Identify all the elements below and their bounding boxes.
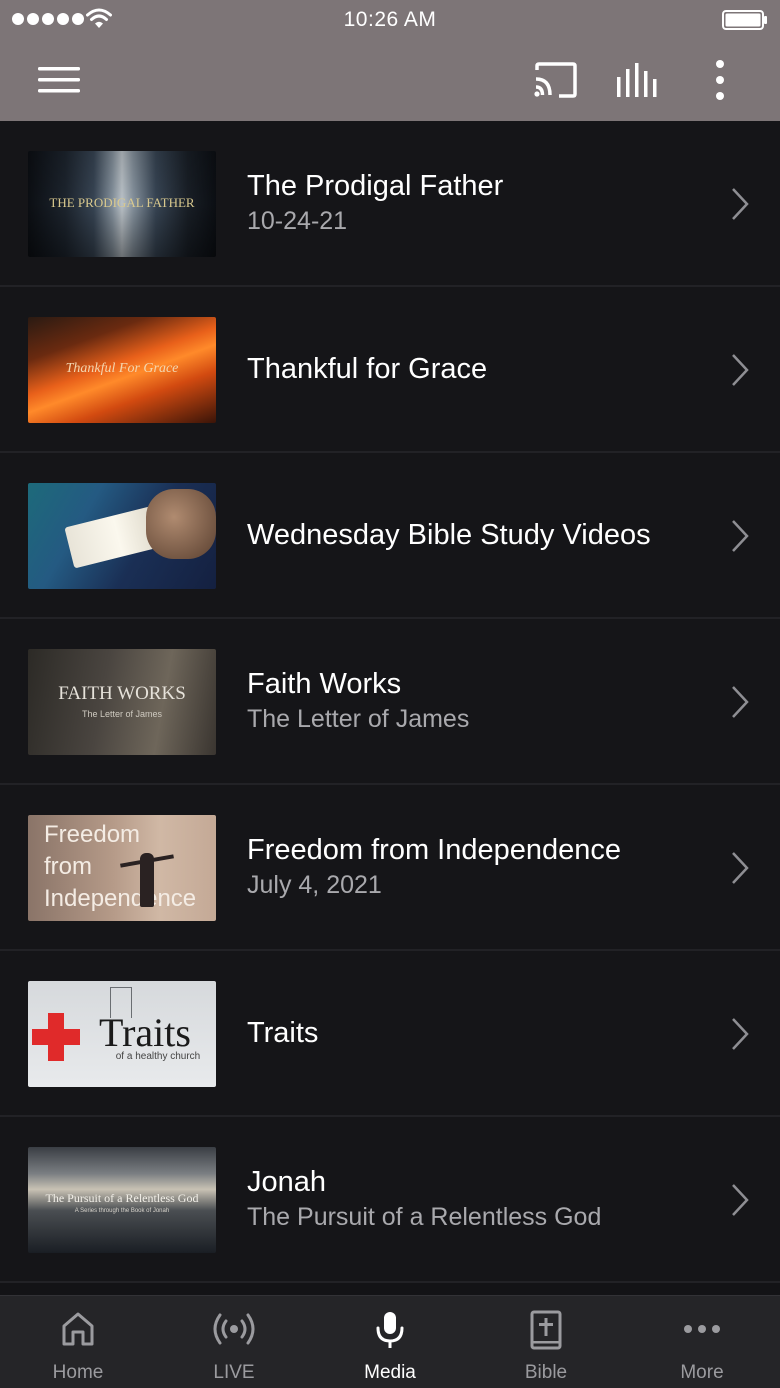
media-list-item[interactable]: Freedom from Independence Freedom from I… — [0, 785, 780, 951]
tab-label: More — [680, 1362, 724, 1383]
audio-bars-icon[interactable] — [613, 58, 663, 102]
thumbnail-traits: Traits of a healthy church — [28, 981, 216, 1087]
thumbnail-subtext: of a healthy church — [115, 1051, 201, 1062]
home-icon — [62, 1312, 94, 1346]
status-bar: 10:26 AM — [0, 0, 780, 40]
media-list: THE PRODIGAL FATHER The Prodigal Father … — [0, 121, 780, 1294]
media-list-item[interactable]: Traits of a healthy church Traits — [0, 951, 780, 1117]
media-list-item[interactable]: FAITH WORKS The Letter of James Faith Wo… — [0, 619, 780, 785]
thumbnail-faith-works: FAITH WORKS The Letter of James — [28, 649, 216, 755]
thumbnail-subtext: The Letter of James — [81, 709, 163, 719]
thumbnail-thankful-for-grace: Thankful For Grace — [28, 317, 216, 423]
broadcast-icon — [213, 1313, 255, 1345]
tab-bar: Home LIVE Media Bible More — [0, 1295, 780, 1388]
media-title: The Prodigal Father — [247, 170, 504, 202]
media-title: Faith Works — [247, 668, 402, 700]
media-title: Freedom from Independence — [247, 834, 621, 866]
tab-label: LIVE — [213, 1362, 255, 1383]
chevron-right-icon — [732, 520, 749, 552]
chevron-right-icon — [732, 1184, 749, 1216]
media-list-item[interactable]: Thankful For Grace Thankful for Grace — [0, 287, 780, 453]
thumbnail-text: The Pursuit of a Relentless God — [45, 1191, 199, 1205]
media-title: Traits — [247, 1017, 319, 1049]
thumbnail-text: FAITH WORKS — [58, 683, 186, 704]
thumbnail-bible-study — [28, 483, 216, 589]
thumbnail-text: THE PRODIGAL FATHER — [49, 195, 195, 210]
media-title: Jonah — [247, 1166, 327, 1198]
tab-label: Media — [364, 1362, 416, 1383]
media-subtitle: July 4, 2021 — [247, 871, 382, 899]
chevron-right-icon — [732, 354, 749, 386]
chevron-right-icon — [732, 686, 749, 718]
more-dots-icon — [684, 1325, 720, 1333]
thumbnail-jonah: The Pursuit of a Relentless God A Series… — [28, 1147, 216, 1253]
media-list-item[interactable]: Wednesday Bible Study Videos — [0, 453, 780, 619]
status-time: 10:26 AM — [343, 8, 437, 31]
microphone-icon — [376, 1312, 404, 1348]
tab-more[interactable]: More — [624, 1296, 780, 1388]
app-header — [0, 40, 780, 121]
red-cross-icon — [32, 1013, 80, 1061]
tab-label: Home — [52, 1362, 104, 1383]
chevron-right-icon — [732, 188, 749, 220]
bible-icon — [530, 1310, 562, 1350]
vertical-more-icon[interactable] — [700, 58, 740, 102]
tab-media[interactable]: Media — [312, 1296, 468, 1388]
thumbnail-text: Traits — [99, 1010, 191, 1055]
thumbnail-subtext: A Series through the Book of Jonah — [74, 1208, 170, 1214]
media-list-item[interactable]: The Pursuit of a Relentless God A Series… — [0, 1117, 780, 1283]
tab-label: Bible — [524, 1362, 568, 1383]
media-subtitle: 10-24-21 — [247, 207, 348, 235]
cast-icon[interactable] — [530, 58, 580, 102]
tab-bible[interactable]: Bible — [468, 1296, 624, 1388]
media-subtitle: The Pursuit of a Relentless God — [247, 1203, 602, 1231]
media-title: Thankful for Grace — [247, 353, 488, 385]
tab-live[interactable]: LIVE — [156, 1296, 312, 1388]
hamburger-menu-icon[interactable] — [36, 58, 82, 102]
thumbnail-text: Freedom from Independence — [44, 821, 197, 912]
thumbnail-freedom: Freedom from Independence — [28, 815, 216, 921]
thumbnail-text: Thankful For Grace — [65, 361, 179, 376]
media-title: Wednesday Bible Study Videos — [247, 519, 651, 551]
thumbnail-prodigal-father: THE PRODIGAL FATHER — [28, 151, 216, 257]
battery-icon — [722, 10, 767, 30]
chevron-right-icon — [732, 1018, 749, 1050]
media-subtitle: The Letter of James — [247, 705, 470, 733]
chevron-right-icon — [732, 852, 749, 884]
tab-home[interactable]: Home — [0, 1296, 156, 1388]
media-list-item[interactable]: THE PRODIGAL FATHER The Prodigal Father … — [0, 121, 780, 287]
